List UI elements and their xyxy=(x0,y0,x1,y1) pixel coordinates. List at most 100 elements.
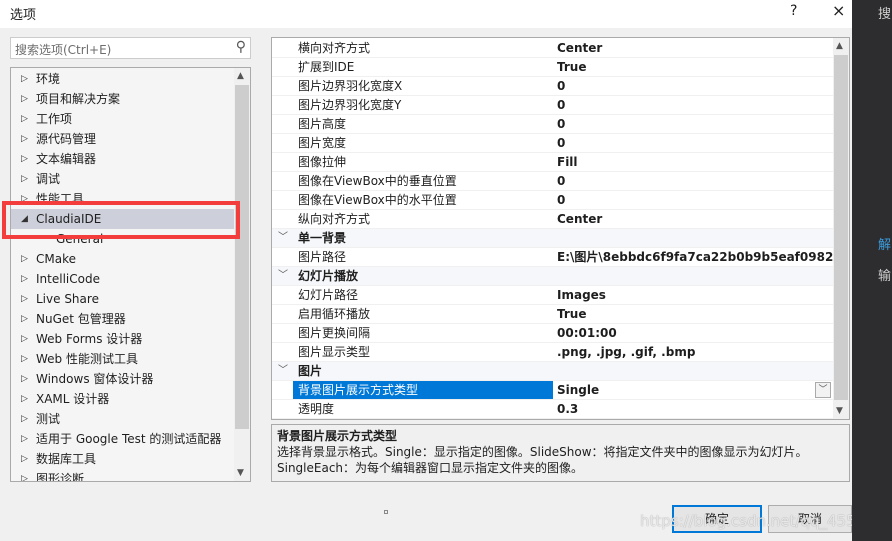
collapsed-arrow-icon[interactable]: ▷ xyxy=(21,129,28,149)
collapsed-arrow-icon[interactable]: ▷ xyxy=(21,269,28,289)
background-output-tab: 输 xyxy=(878,269,892,284)
property-row[interactable]: 图像拉伸 Fill xyxy=(272,153,833,172)
property-value[interactable]: Center xyxy=(557,39,833,57)
tree-item[interactable]: ▷ Live Share xyxy=(11,289,234,309)
property-value[interactable]: 0 xyxy=(557,191,833,209)
property-row[interactable]: 透明度 0.3 xyxy=(272,400,833,419)
property-value[interactable]: Center xyxy=(557,210,833,228)
property-row[interactable]: 图片路径 E:\图片\8ebbdc6f9fa7ca22b0b9b5eaf09829… xyxy=(272,248,833,267)
collapsed-arrow-icon[interactable]: ▷ xyxy=(21,89,28,109)
description-text: SingleEach：为每个编辑器窗口显示指定文件夹的图像。 xyxy=(277,461,584,475)
collapsed-arrow-icon[interactable]: ▷ xyxy=(21,429,28,449)
help-button[interactable]: ? xyxy=(790,3,797,19)
tree-item-label: 数据库工具 xyxy=(36,452,97,466)
property-row[interactable]: 横向对齐方式 Center xyxy=(272,39,833,58)
scrollbar-thumb[interactable] xyxy=(834,55,848,400)
property-row[interactable]: 图片边界羽化宽度X 0 xyxy=(272,77,833,96)
tree-item[interactable]: ▷ 工作项 xyxy=(11,109,234,129)
property-value[interactable]: 0.3 xyxy=(557,400,833,418)
chevron-down-icon[interactable]: ﹀ xyxy=(278,267,288,285)
tree-item[interactable]: ▷ Web 性能测试工具 xyxy=(11,349,234,369)
collapsed-arrow-icon[interactable]: ▷ xyxy=(21,409,28,429)
scroll-up-icon[interactable]: ▲ xyxy=(836,41,843,51)
scroll-down-icon[interactable]: ▼ xyxy=(237,468,244,478)
category-row[interactable]: ﹀ 图片 xyxy=(272,362,833,381)
collapsed-arrow-icon[interactable]: ▷ xyxy=(21,169,28,189)
tree-item[interactable]: ▷ XAML 设计器 xyxy=(11,389,234,409)
property-row[interactable]: 图片宽度 0 xyxy=(272,134,833,153)
scrollbar-thumb[interactable] xyxy=(235,85,249,429)
property-value[interactable]: 0 xyxy=(557,134,833,152)
collapsed-arrow-icon[interactable]: ▷ xyxy=(21,369,28,389)
chevron-down-icon[interactable]: ﹀ xyxy=(278,229,288,247)
property-value[interactable]: 0 xyxy=(557,77,833,95)
window-title: 选项 xyxy=(10,8,37,23)
property-row[interactable]: 纵向对齐方式 Center xyxy=(272,210,833,229)
tree-item-label: NuGet 包管理器 xyxy=(36,312,126,326)
tree-item[interactable]: ▷ 图形诊断 xyxy=(11,469,234,481)
tree-item-label: 源代码管理 xyxy=(36,132,97,146)
property-value[interactable]: E:\图片\8ebbdc6f9fa7ca22b0b9b5eaf0982988_a xyxy=(557,248,833,266)
collapsed-arrow-icon[interactable]: ▷ xyxy=(21,69,28,89)
property-row[interactable]: 幻灯片路径 Images xyxy=(272,286,833,305)
chevron-down-icon[interactable]: ﹀ xyxy=(278,362,288,380)
collapsed-arrow-icon[interactable]: ▷ xyxy=(21,469,28,481)
property-value[interactable]: Images xyxy=(557,286,833,304)
tree-item[interactable]: ▷ IntelliCode xyxy=(11,269,234,289)
tree-item[interactable]: ▷ 项目和解决方案 xyxy=(11,89,234,109)
property-grid: 横向对齐方式 Center 扩展到IDE True 图片边界羽化宽度X 0 图片边界羽化宽度… xyxy=(271,37,850,420)
search-icon[interactable]: ⚲ xyxy=(236,39,246,55)
property-value[interactable]: 0 xyxy=(557,115,833,133)
collapsed-arrow-icon[interactable]: ▷ xyxy=(21,109,28,129)
grid-scrollbar[interactable]: ▲ ▼ xyxy=(833,38,849,419)
property-row[interactable]: 图片显示类型 .png, .jpg, .gif, .bmp xyxy=(272,343,833,362)
property-row[interactable]: 图片边界羽化宽度Y 0 xyxy=(272,96,833,115)
tree-scrollbar[interactable]: ▲ ▼ xyxy=(234,68,250,481)
property-value[interactable]: 00:01:00 xyxy=(557,324,833,342)
collapsed-arrow-icon[interactable]: ▷ xyxy=(21,329,28,349)
property-value[interactable]: True xyxy=(557,58,833,76)
property-value[interactable]: Single xyxy=(557,381,833,399)
property-row[interactable]: 启用循环播放 True xyxy=(272,305,833,324)
tree-item-label: 调试 xyxy=(36,172,61,186)
property-row[interactable]: 背景图片展示方式类型 Single ﹀ xyxy=(272,381,833,400)
collapsed-arrow-icon[interactable]: ▷ xyxy=(21,249,28,269)
property-row[interactable]: 图像在ViewBox中的水平位置 0 xyxy=(272,191,833,210)
collapsed-arrow-icon[interactable]: ▷ xyxy=(21,289,28,309)
scroll-up-icon[interactable]: ▲ xyxy=(237,71,244,81)
category-row[interactable]: ﹀ 幻灯片播放 xyxy=(272,267,833,286)
tree-item[interactable]: ▷ 适用于 Google Test 的测试适配器 xyxy=(11,429,234,449)
tree-item[interactable]: ▷ CMake xyxy=(11,249,234,269)
property-row[interactable]: 图片更换间隔 00:01:00 xyxy=(272,324,833,343)
tree-item[interactable]: ▷ NuGet 包管理器 xyxy=(11,309,234,329)
tree-item[interactable]: ▷ Web Forms 设计器 xyxy=(11,329,234,349)
tree-item[interactable]: ▷ 数据库工具 xyxy=(11,449,234,469)
tree-item[interactable]: ▷ 环境 xyxy=(11,69,234,89)
close-button[interactable]: × xyxy=(832,1,845,20)
property-row[interactable]: 图片高度 0 xyxy=(272,115,833,134)
collapsed-arrow-icon[interactable]: ▷ xyxy=(21,149,28,169)
property-name: 图片显示类型 xyxy=(298,345,371,359)
property-row[interactable]: 扩展到IDE True xyxy=(272,58,833,77)
collapsed-arrow-icon[interactable]: ▷ xyxy=(21,349,28,369)
scroll-down-icon[interactable]: ▼ xyxy=(836,406,843,416)
collapsed-arrow-icon[interactable]: ▷ xyxy=(21,449,28,469)
property-value[interactable]: Fill xyxy=(557,153,833,171)
collapsed-arrow-icon[interactable]: ▷ xyxy=(21,309,28,329)
property-value[interactable]: 0 xyxy=(557,172,833,190)
property-value[interactable]: 0 xyxy=(557,96,833,114)
tree-item[interactable]: ▷ 调试 xyxy=(11,169,234,189)
dropdown-chevron-icon[interactable]: ﹀ xyxy=(815,382,831,398)
tree-item[interactable]: ▷ 测试 xyxy=(11,409,234,429)
search-input[interactable]: 搜索选项(Ctrl+E) ⚲ xyxy=(10,37,251,59)
collapsed-arrow-icon[interactable]: ▷ xyxy=(21,389,28,409)
background-solution-tab: 解 xyxy=(878,238,892,253)
property-row[interactable]: 图像在ViewBox中的垂直位置 0 xyxy=(272,172,833,191)
tree-item[interactable]: ▷ 源代码管理 xyxy=(11,129,234,149)
property-value[interactable]: .png, .jpg, .gif, .bmp xyxy=(557,343,833,361)
category-row[interactable]: ﹀ 单一背景 xyxy=(272,229,833,248)
tree-item[interactable]: ▷ Windows 窗体设计器 xyxy=(11,369,234,389)
property-name: 横向对齐方式 xyxy=(298,41,371,55)
tree-item[interactable]: ▷ 文本编辑器 xyxy=(11,149,234,169)
property-value[interactable]: True xyxy=(557,305,833,323)
